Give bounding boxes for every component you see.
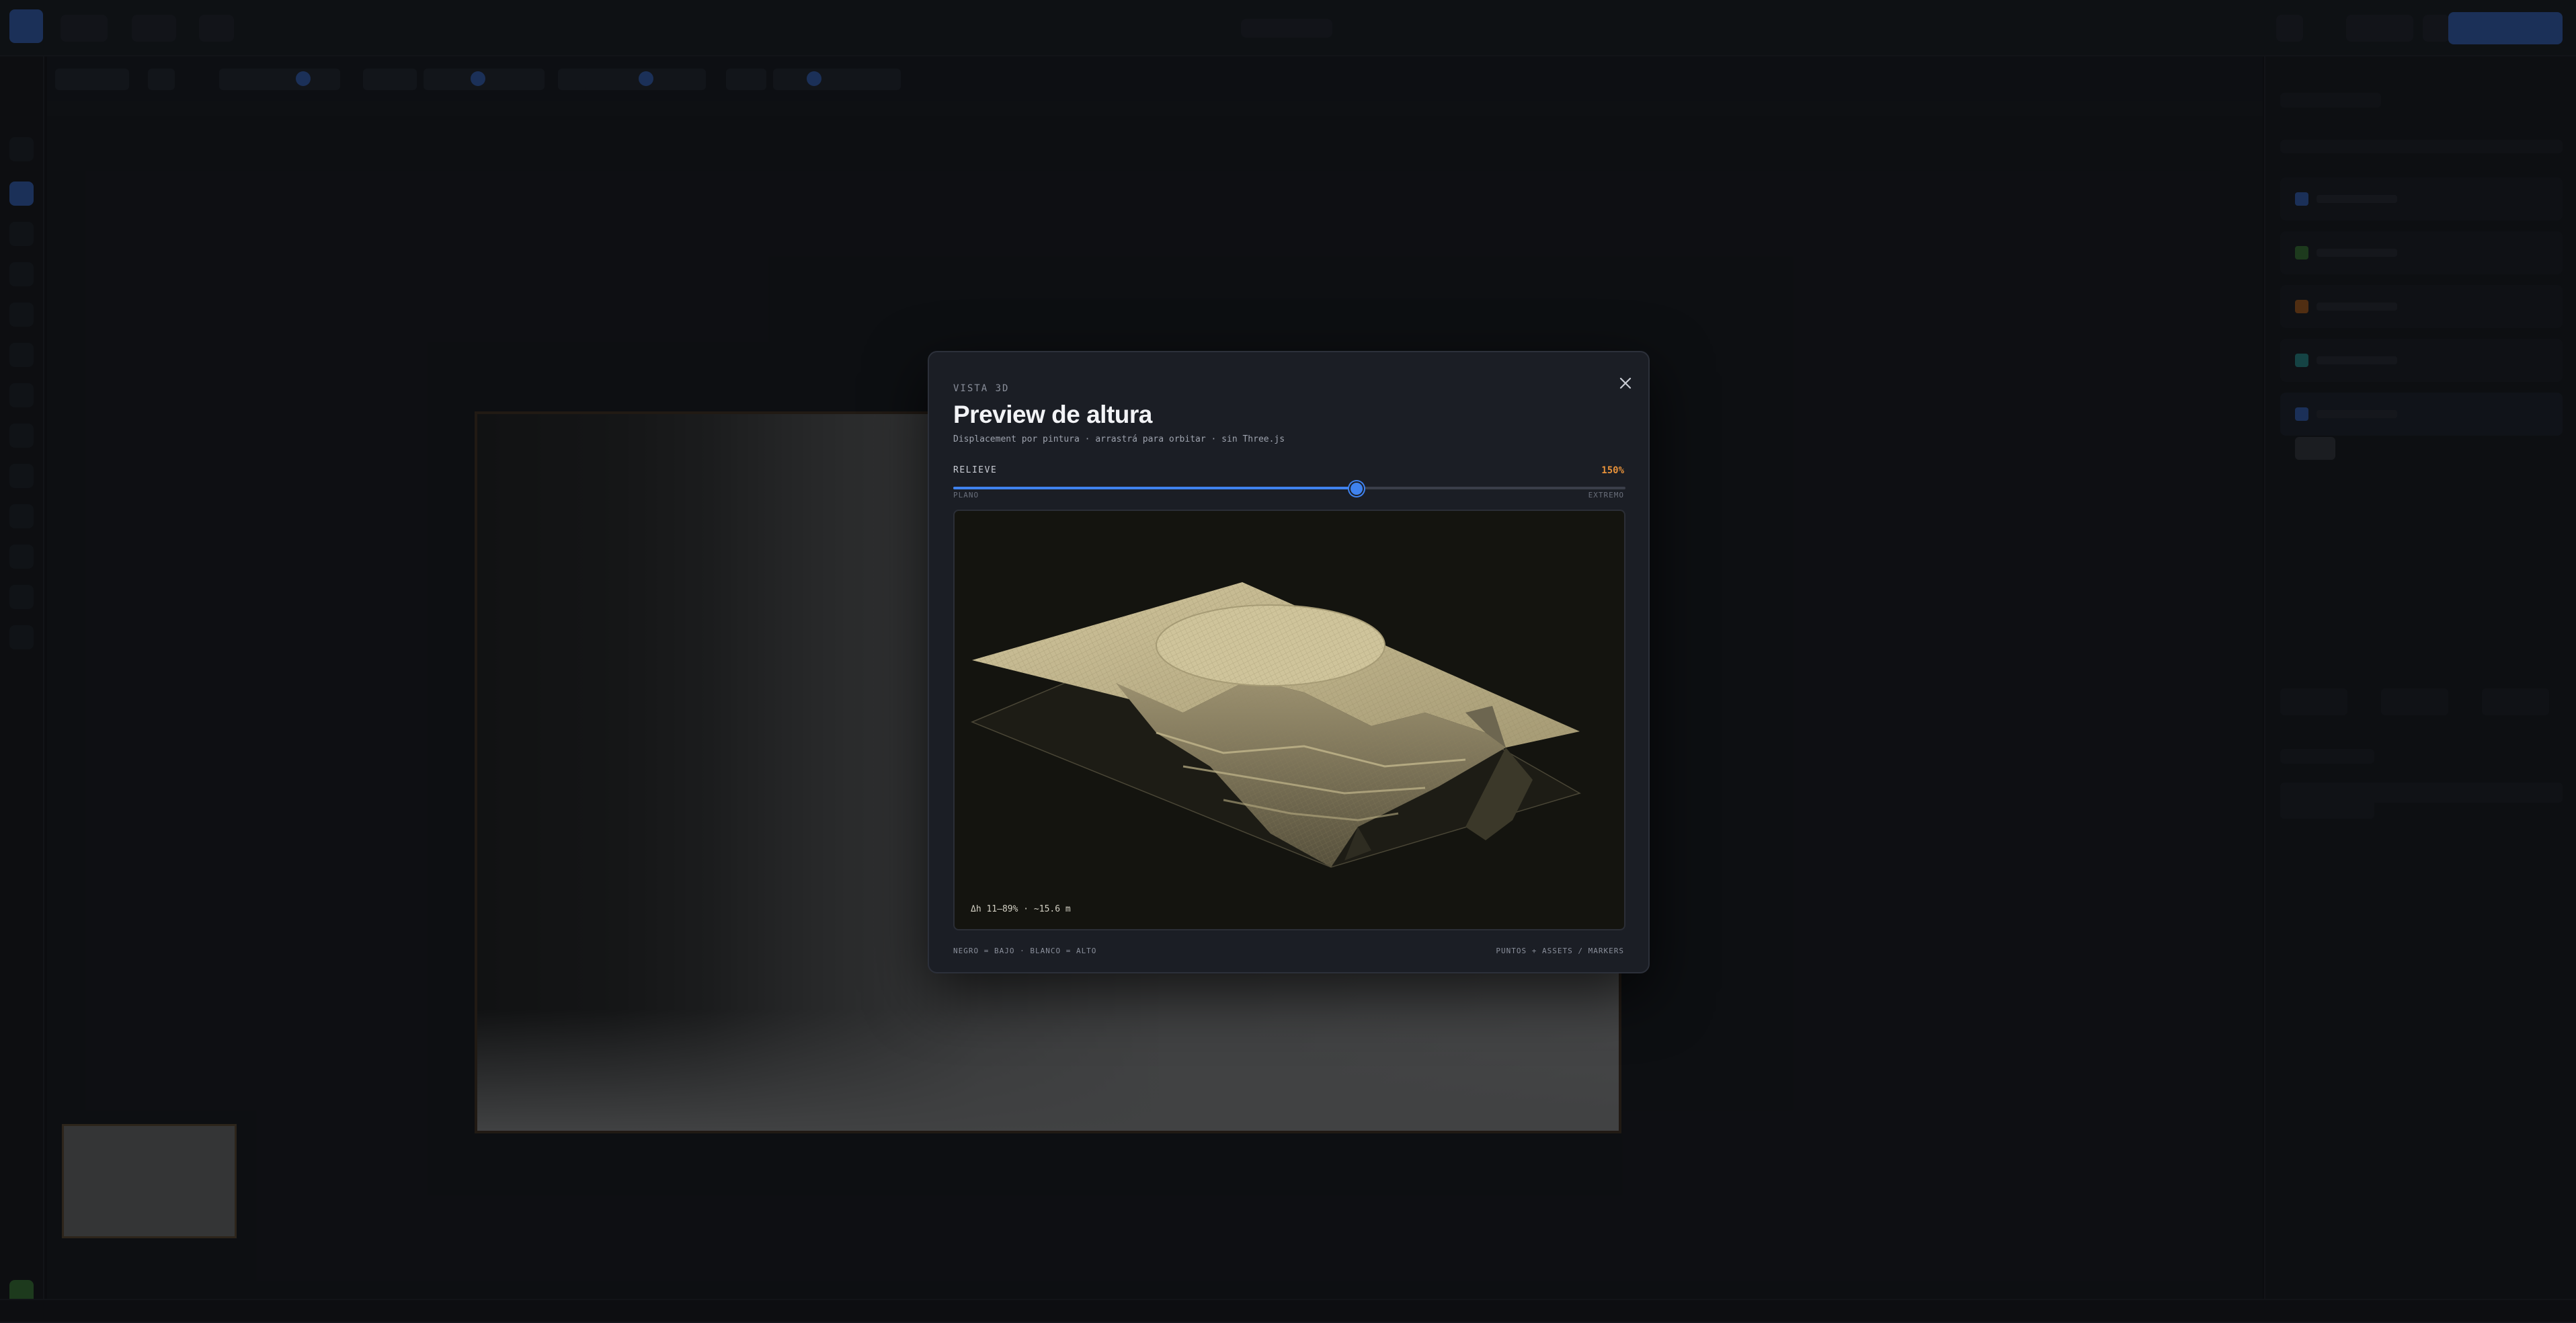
dialog-title: Preview de altura bbox=[953, 401, 1152, 428]
relief-slider[interactable] bbox=[953, 481, 1625, 496]
height-preview-dialog: VISTA 3D Preview de altura Displacement … bbox=[928, 351, 1650, 973]
slider-fill bbox=[953, 487, 1357, 489]
terrain-mesh bbox=[971, 582, 1581, 868]
legend-text: NEGRO = BAJO · BLANCO = ALTO bbox=[953, 947, 1097, 955]
slider-thumb[interactable] bbox=[1349, 481, 1364, 496]
dialog-subtitle: Displacement por pintura · arrastrá para… bbox=[953, 434, 1285, 444]
close-icon bbox=[1619, 377, 1632, 389]
overlay-toggle-text[interactable]: PUNTOS + ASSETS / MARKERS bbox=[1496, 947, 1624, 955]
slider-max-label: EXTREMO bbox=[1588, 491, 1624, 499]
relief-value: 150% bbox=[1601, 465, 1624, 476]
close-button[interactable] bbox=[1611, 368, 1640, 398]
relief-label: RELIEVE bbox=[953, 465, 998, 475]
height-readout: Δh 11–89% · ~15.6 m bbox=[971, 904, 1071, 914]
slider-min-label: PLANO bbox=[953, 491, 979, 499]
terrain-3d-viewport[interactable]: Δh 11–89% · ~15.6 m bbox=[953, 510, 1625, 930]
dialog-eyebrow: VISTA 3D bbox=[953, 383, 1010, 394]
